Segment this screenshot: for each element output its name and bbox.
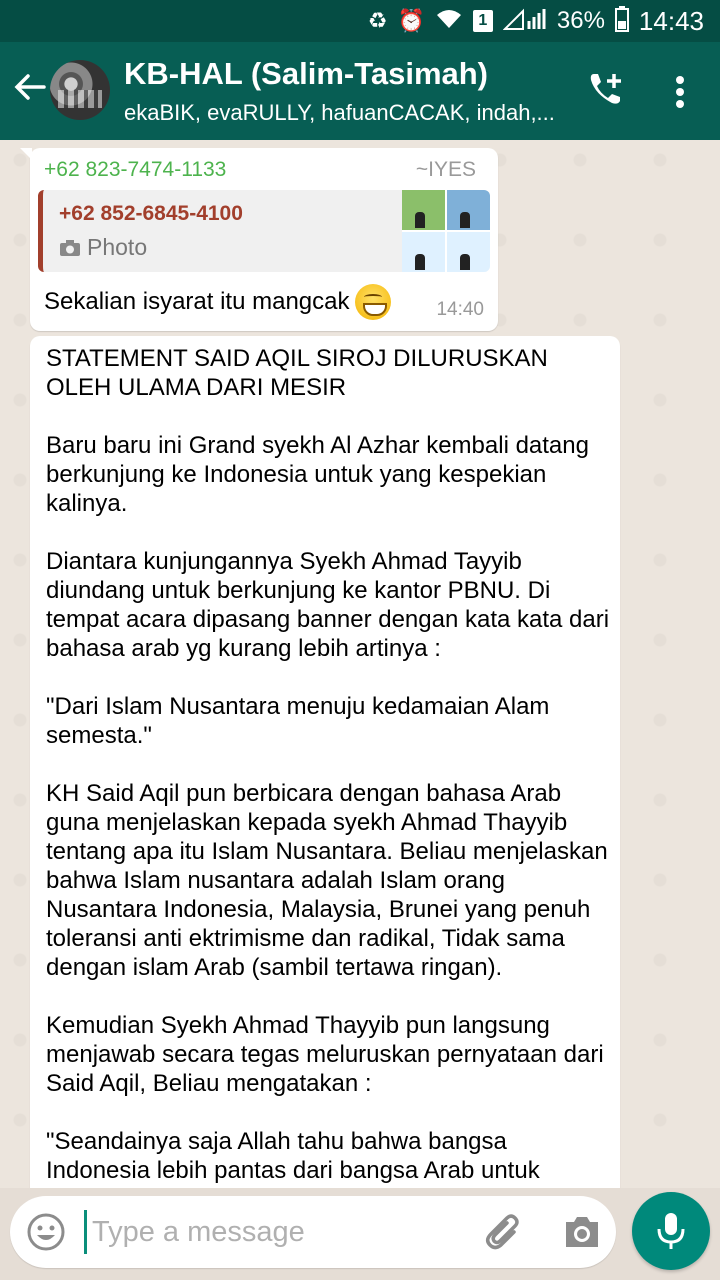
back-arrow-icon[interactable] [10,70,50,110]
message-bubble[interactable]: +62 823-7474-1133 ~IYES +62 852-6845-410… [20,148,498,331]
signal-icon [502,7,547,35]
emoji-icon[interactable] [26,1212,66,1252]
message-text: STATEMENT SAID AQIL SIROJ DILURUSKAN OLE… [46,345,610,1184]
chat-members[interactable]: ekaBIK, evaRULLY, hafuanCACAK, indah,... [124,100,564,126]
chat-header: KB-HAL (Salim-Tasimah) ekaBIK, evaRULLY,… [0,42,720,140]
grinning-emoji-icon [355,284,392,320]
chat-area[interactable]: +62 823-7474-1133 ~IYES +62 852-6845-410… [0,140,720,1188]
status-bar: ♻ ⏰ 1 36% 14:43 [0,0,720,42]
group-avatar[interactable] [50,60,110,120]
attach-icon[interactable] [484,1210,524,1254]
wifi-icon [435,8,463,34]
battery-icon [614,6,629,36]
message-time: 14:40 [436,299,484,320]
recycle-icon: ♻ [367,8,388,33]
battery-percent: 36% [556,7,605,34]
camera-icon[interactable] [562,1212,602,1252]
composer-bar [10,1196,616,1268]
message-text-content: Sekalian isyarat itu mangcak [44,288,350,315]
quoted-type-label: Photo [87,234,148,260]
quoted-type: Photo [59,234,147,261]
message-bubble[interactable]: STATEMENT SAID AQIL SIROJ DILURUSKAN OLE… [30,336,620,1188]
chat-title[interactable]: KB-HAL (Salim-Tasimah) [124,56,488,92]
quoted-photo-thumbnail [402,190,490,272]
message-text: Sekalian isyarat itu mangcak [44,284,392,320]
quoted-sender: +62 852-6845-4100 [59,202,243,225]
sender-phone[interactable]: +62 823-7474-1133 [44,158,226,182]
quoted-message[interactable]: +62 852-6845-4100 Photo [38,190,490,272]
message-input[interactable] [92,1210,472,1254]
clock: 14:43 [638,5,704,36]
more-vert-icon[interactable] [664,72,696,112]
text-cursor [84,1210,87,1254]
mic-button[interactable] [632,1192,710,1270]
add-call-icon[interactable] [586,70,626,110]
sim-badge: 1 [472,10,493,32]
sender-name: ~IYES [415,158,476,181]
photo-icon [60,239,80,256]
alarm-icon: ⏰ [397,8,425,33]
mic-icon [657,1213,685,1249]
